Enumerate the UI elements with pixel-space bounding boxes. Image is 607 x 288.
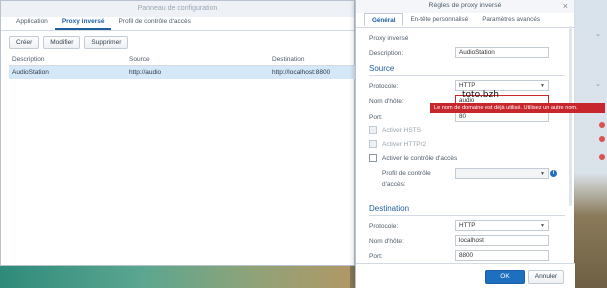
delete-button[interactable]: Supprimer	[84, 36, 129, 49]
dropdown-arrow-icon: ▼	[540, 171, 545, 177]
access-profile-select[interactable]: ▼	[455, 168, 549, 179]
tab-application[interactable]: Application	[9, 14, 55, 30]
info-icon[interactable]: i	[550, 170, 557, 177]
dropdown-arrow-icon: ▼	[540, 83, 545, 89]
desktop-right-panel: ⌄ ⌄	[574, 0, 607, 288]
dialog-footer: OK Annuler	[356, 263, 575, 288]
destination-hostname-label: Nom d'hôte:	[369, 238, 404, 245]
cell-destination: http://localhost:8800	[272, 69, 331, 76]
close-icon[interactable]: ×	[563, 1, 568, 11]
column-header-description[interactable]: Description	[9, 53, 127, 65]
dialog-body: Proxy inversé Description: AudioStation …	[356, 27, 575, 263]
description-field[interactable]: AudioStation	[455, 47, 549, 58]
destination-heading: Destination	[369, 204, 410, 213]
notification-dot-icon	[599, 122, 605, 128]
tab-access-control-profile[interactable]: Profil de contrôle d'accès	[111, 14, 197, 30]
section-label-reverse-proxy: Proxy inversé	[369, 35, 409, 42]
chevron-down-icon[interactable]: ⌄	[595, 80, 601, 88]
dropdown-arrow-icon: ▼	[540, 223, 545, 229]
scrollbar[interactable]	[569, 26, 572, 206]
column-header-destination[interactable]: Destination	[270, 53, 356, 65]
source-protocol-label: Protocole:	[369, 83, 399, 90]
proxy-rules-table: Description Source Destination AudioStat…	[9, 53, 356, 79]
notification-dot-icon	[599, 154, 605, 160]
tab-reverse-proxy[interactable]: Proxy inversé	[54, 14, 112, 30]
description-label: Description:	[369, 50, 404, 57]
access-control-checkbox[interactable]	[369, 154, 377, 162]
access-control-label: Activer le contrôle d'accès	[382, 155, 458, 162]
tab-custom-header[interactable]: En-tête personnalisé	[403, 13, 475, 26]
destination-port-field[interactable]: 8800	[455, 250, 549, 261]
notification-dot-icon	[599, 136, 605, 142]
cancel-button[interactable]: Annuler	[528, 270, 564, 284]
hostname-overlay-text: toto.bzh	[462, 90, 499, 100]
error-tooltip: Le nom de domaine est déjà utilisé. Util…	[430, 103, 605, 113]
tab-general[interactable]: Général	[364, 13, 404, 26]
table-header: Description Source Destination	[9, 53, 356, 66]
column-header-source[interactable]: Source	[127, 53, 270, 65]
tab-advanced-settings[interactable]: Paramètres avancés	[475, 13, 547, 26]
cell-description: AudioStation	[12, 69, 49, 76]
reverse-proxy-rules-dialog: Règles de proxy inversé × Général En-têt…	[355, 0, 575, 288]
table-row[interactable]: AudioStation http://audio http://localho…	[9, 66, 356, 79]
cell-source: http://audio	[129, 69, 162, 76]
destination-protocol-select[interactable]: HTTP ▼	[455, 220, 549, 231]
destination-protocol-value: HTTP	[459, 222, 476, 229]
chevron-down-icon[interactable]: ⌄	[595, 30, 601, 38]
destination-port-label: Port:	[369, 253, 383, 260]
control-panel-window: Panneau de configuration Application Pro…	[0, 0, 356, 266]
create-button[interactable]: Créer	[9, 36, 40, 49]
source-protocol-value: HTTP	[459, 82, 476, 89]
http2-checkbox[interactable]	[369, 140, 377, 148]
destination-protocol-label: Protocole:	[369, 223, 399, 230]
source-port-label: Port:	[369, 114, 383, 121]
toolbar: Créer Modifier Supprimer	[9, 36, 129, 49]
source-hostname-label: Nom d'hôte:	[369, 98, 404, 105]
divider	[369, 215, 565, 216]
dialog-tabs: Général En-tête personnalisé Paramètres …	[364, 13, 547, 26]
http2-label: Activer HTTP/2	[382, 141, 427, 148]
hsts-label: Activer HSTS	[382, 127, 422, 134]
ok-button[interactable]: OK	[485, 270, 525, 284]
access-profile-label-2: d'accès:	[382, 181, 406, 188]
source-heading: Source	[369, 64, 395, 73]
edit-button[interactable]: Modifier	[43, 36, 81, 49]
access-profile-label: Profil de contrôle	[382, 170, 431, 177]
destination-hostname-field[interactable]: localhost	[455, 235, 549, 246]
control-panel-tabs: Application Proxy inversé Profil de cont…	[1, 14, 354, 31]
hsts-checkbox[interactable]	[369, 126, 377, 134]
divider	[369, 75, 565, 76]
dialog-title: Règles de proxy inversé	[356, 0, 574, 13]
